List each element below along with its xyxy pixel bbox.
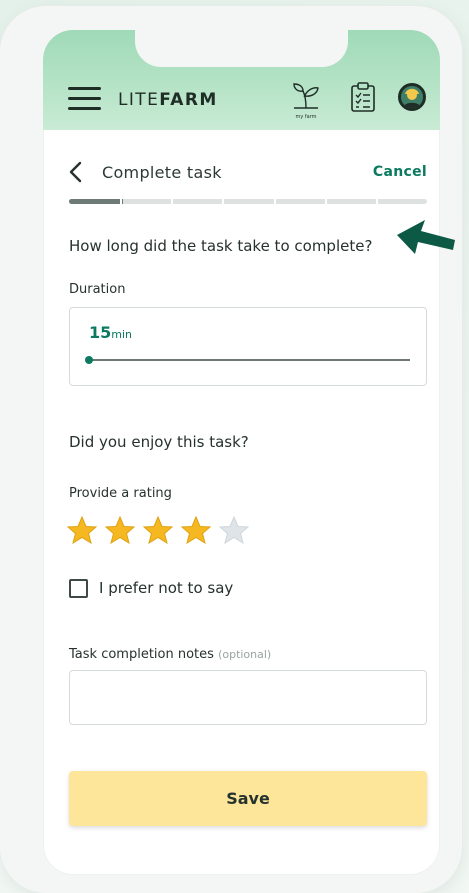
star-empty-icon[interactable]	[219, 516, 249, 544]
duration-value: 15min	[89, 323, 132, 342]
top-nav-bar: LITEFARM my farm	[43, 30, 440, 130]
duration-question: How long did the task take to complete?	[69, 237, 373, 255]
pointer-arrow-icon	[397, 220, 455, 254]
star-filled-icon[interactable]	[143, 516, 173, 544]
rating-label: Provide a rating	[69, 486, 172, 501]
duration-slider[interactable]	[85, 356, 410, 364]
my-farm-label: my farm	[295, 114, 317, 120]
enjoy-question: Did you enjoy this task?	[69, 433, 249, 451]
step-divider	[120, 199, 123, 204]
task-notes-input[interactable]	[69, 670, 427, 725]
save-button[interactable]: Save	[69, 771, 427, 826]
step-divider	[273, 199, 276, 204]
step-progress-bar	[69, 199, 427, 204]
duration-number: 15	[89, 323, 112, 342]
step-divider	[171, 199, 174, 204]
cancel-button[interactable]: Cancel	[373, 164, 427, 180]
duration-unit: min	[111, 328, 133, 341]
page-header: Complete task Cancel	[67, 158, 427, 188]
step-divider	[222, 199, 225, 204]
logo-light-text: LITE	[118, 90, 160, 110]
tasks-clipboard-icon[interactable]	[350, 82, 376, 112]
duration-input[interactable]: 15min	[69, 307, 427, 386]
duration-label: Duration	[69, 282, 126, 297]
logo-bold-text: FARM	[159, 90, 218, 110]
user-avatar[interactable]	[398, 83, 426, 111]
prefer-not-to-say-checkbox[interactable]	[69, 579, 88, 598]
back-chevron-icon[interactable]	[67, 160, 87, 184]
step-progress-fill	[69, 199, 123, 204]
phone-notch	[135, 30, 348, 67]
step-divider	[375, 199, 378, 204]
step-divider	[324, 199, 327, 204]
notes-optional-hint: (optional)	[218, 648, 272, 661]
star-rating[interactable]	[67, 516, 257, 546]
star-filled-icon[interactable]	[67, 516, 97, 544]
duration-slider-thumb[interactable]	[85, 356, 93, 364]
prefer-not-to-say-label: I prefer not to say	[99, 579, 234, 597]
menu-icon[interactable]	[68, 87, 101, 110]
star-filled-icon[interactable]	[181, 516, 211, 544]
phone-frame: LITEFARM my farm Complete task Cancel Ho…	[0, 6, 462, 893]
litefarm-logo[interactable]: LITEFARM	[118, 90, 218, 110]
star-filled-icon[interactable]	[105, 516, 135, 544]
notes-label-text: Task completion notes	[69, 647, 214, 662]
my-farm-icon[interactable]: my farm	[291, 82, 321, 120]
notes-label: Task completion notes (optional)	[69, 647, 271, 662]
page-title: Complete task	[102, 163, 222, 182]
app-screen: LITEFARM my farm Complete task Cancel Ho…	[43, 30, 440, 875]
